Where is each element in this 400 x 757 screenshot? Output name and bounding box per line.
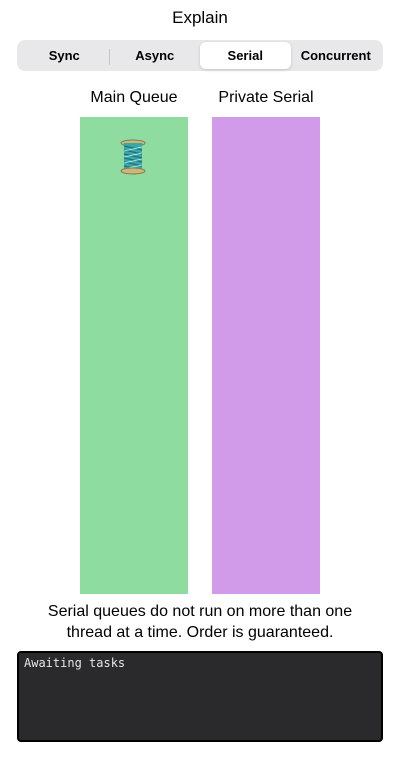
main-queue-label: Main Queue [90, 89, 178, 106]
thread-spool-icon [120, 139, 146, 175]
explanation-text: Serial queues do not run on more than on… [0, 601, 400, 643]
console-text: Awaiting tasks [24, 656, 126, 670]
segment-concurrent[interactable]: Concurrent [291, 42, 382, 69]
mode-segmented-control: Sync Async Serial Concurrent [17, 40, 383, 71]
private-serial-queue-lane [212, 117, 320, 594]
private-serial-label: Private Serial [218, 89, 314, 106]
explanation-line-1: Serial queues do not run on more than on… [47, 603, 353, 620]
task-log-console[interactable]: Awaiting tasks [17, 651, 383, 742]
segment-sync[interactable]: Sync [19, 42, 110, 69]
explanation-line-2: thread at a time. Order is guaranteed. [66, 624, 334, 641]
segment-async[interactable]: Async [110, 42, 201, 69]
nav-title: Explain [172, 8, 228, 27]
segment-serial[interactable]: Serial [200, 42, 291, 69]
main-queue-lane [80, 117, 188, 594]
